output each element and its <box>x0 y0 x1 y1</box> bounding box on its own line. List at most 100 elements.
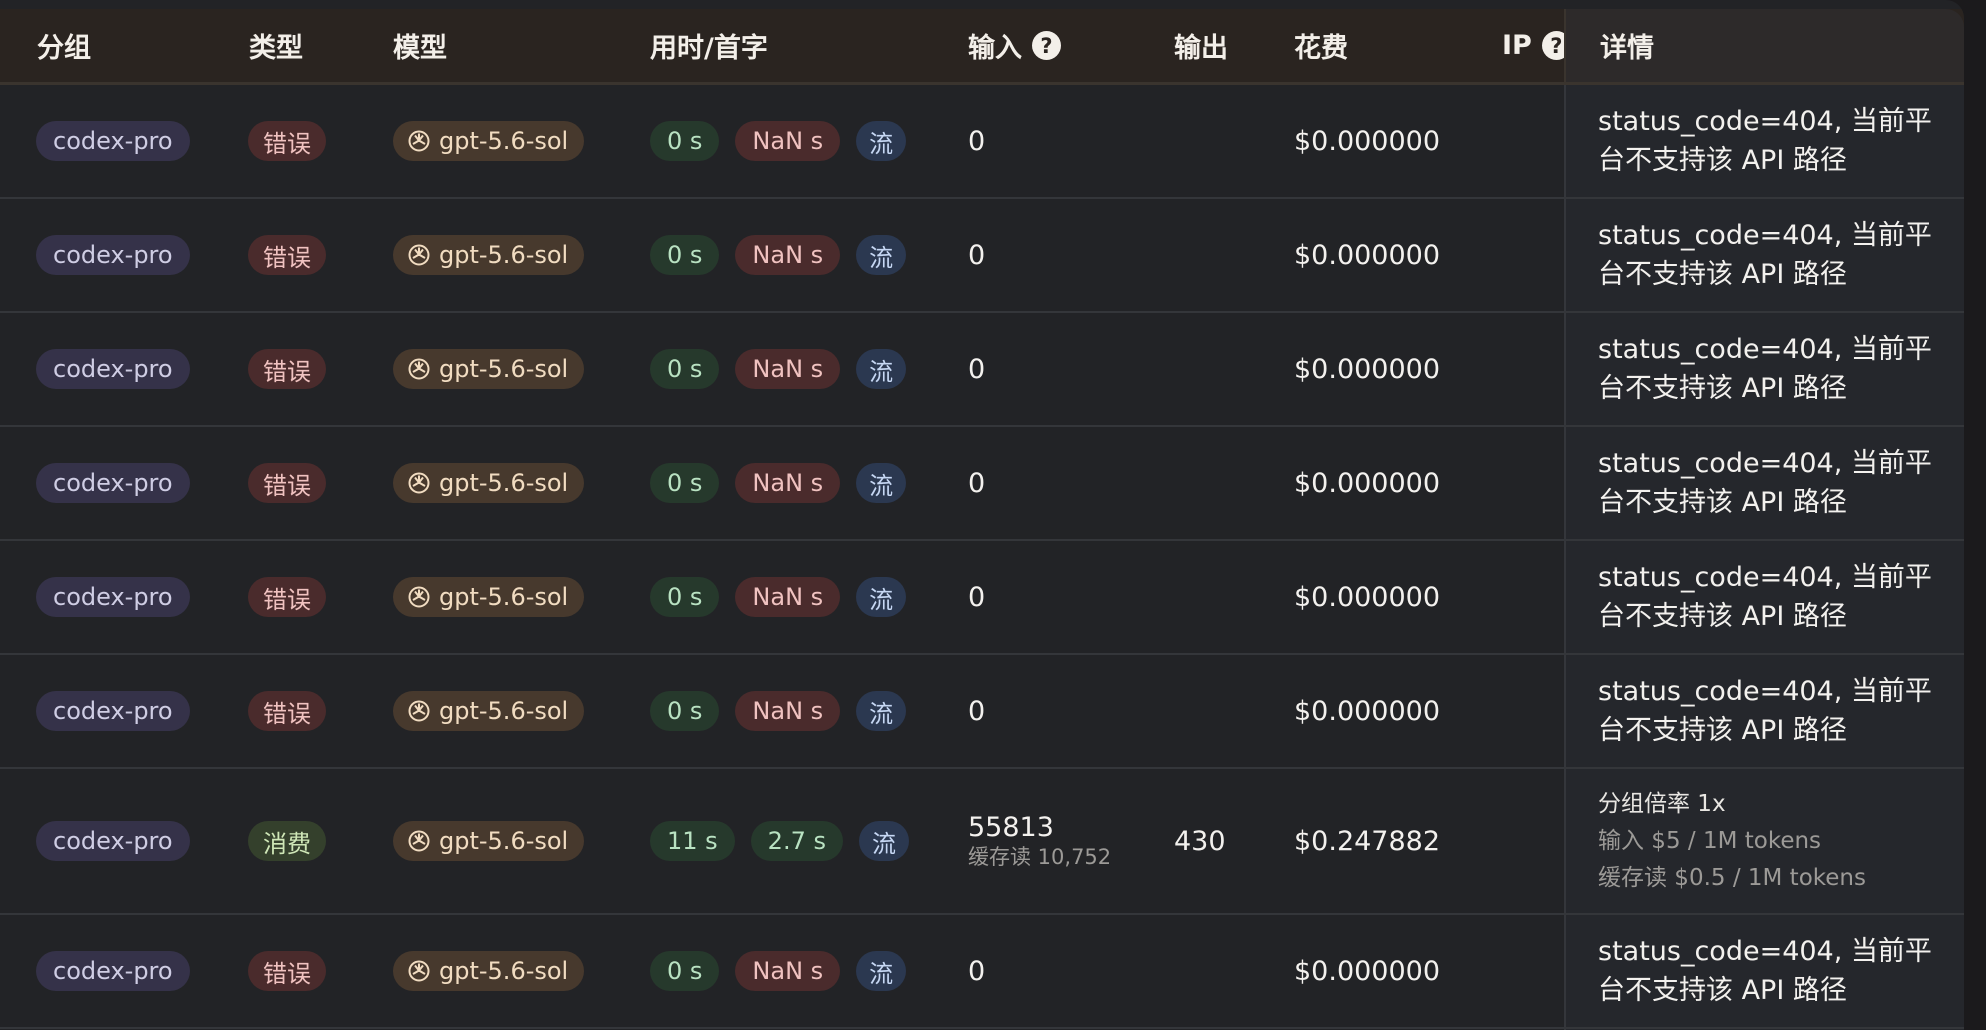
input-tokens: 0 <box>968 239 986 271</box>
table-header: 分组 类型 模型 用时/首字 输入 ? 输出 花费 IP ? 详情 <box>0 9 1964 85</box>
stream-tag: 流 <box>856 691 907 731</box>
openai-logo-icon <box>408 130 430 152</box>
duration-tag: 11 s <box>650 821 735 861</box>
cost-value: $0.000000 <box>1294 353 1441 385</box>
model-tag[interactable]: gpt-5.6-sol <box>393 951 585 991</box>
openai-logo-icon <box>408 960 430 982</box>
model-name: gpt-5.6-sol <box>439 469 569 497</box>
duration-tag: 0 s <box>650 951 720 991</box>
detail-line: status_code=404, 当前平 <box>1598 676 1932 707</box>
duration-tag: 0 s <box>650 349 720 389</box>
group-tag: codex-pro <box>36 235 190 275</box>
detail-line: status_code=404, 当前平 <box>1598 220 1932 251</box>
stream-tag: 流 <box>856 121 907 161</box>
detail-line: status_code=404, 当前平 <box>1598 562 1932 593</box>
type-tag: 错误 <box>248 463 326 503</box>
openai-logo-icon <box>408 700 430 722</box>
detail-text: status_code=404, 当前平 台不支持该 API 路径 <box>1598 199 1932 311</box>
question-circle-icon[interactable]: ? <box>1032 31 1061 60</box>
header-type: 类型 <box>249 33 303 64</box>
header-ip-label: IP <box>1502 30 1532 61</box>
stream-tag: 流 <box>856 235 907 275</box>
header-cost: 花费 <box>1294 33 1348 64</box>
model-name: gpt-5.6-sol <box>439 827 569 855</box>
first-token-tag: NaN s <box>735 463 841 503</box>
header-detail: 详情 <box>1564 9 1964 82</box>
first-token-tag: 2.7 s <box>750 821 843 861</box>
input-tokens: 0 <box>968 353 986 385</box>
header-output: 输出 <box>1174 33 1228 64</box>
input-tokens: 0 <box>968 955 986 987</box>
first-token-tag: NaN s <box>735 951 841 991</box>
cost-value: $0.000000 <box>1294 581 1441 613</box>
first-token-tag: NaN s <box>735 691 841 731</box>
openai-logo-icon <box>408 830 430 852</box>
group-tag: codex-pro <box>36 577 190 617</box>
cost-value: $0.000000 <box>1294 125 1441 157</box>
detail-line: 台不支持该 API 路径 <box>1598 373 1847 404</box>
cache-read-tokens: 缓存读 10,752 <box>968 844 1112 869</box>
model-name: gpt-5.6-sol <box>439 583 569 611</box>
openai-logo-icon <box>408 358 430 380</box>
cost-value: $0.000000 <box>1294 695 1441 727</box>
duration-tag: 0 s <box>650 577 720 617</box>
stream-tag: 流 <box>856 577 907 617</box>
detail-text: status_code=404, 当前平 台不支持该 API 路径 <box>1598 427 1932 539</box>
first-token-tag: NaN s <box>735 235 841 275</box>
cache-price: 缓存读 $0.5 / 1M tokens <box>1598 864 1866 891</box>
header-ip: IP ? <box>1502 9 1571 82</box>
duration-tag: 0 s <box>650 691 720 731</box>
table-row[interactable]: codex-pro 错误 gpt-5.6-sol 0 s NaN s 流 0 $… <box>0 313 1964 427</box>
input-tokens: 0 <box>968 695 986 727</box>
model-name: gpt-5.6-sol <box>439 355 569 383</box>
cost-value: $0.000000 <box>1294 239 1441 271</box>
cost-value: $0.000000 <box>1294 955 1441 987</box>
type-tag: 错误 <box>248 951 326 991</box>
table-row[interactable]: codex-pro 错误 gpt-5.6-sol 0 s NaN s 流 0 $… <box>0 85 1964 199</box>
openai-logo-icon <box>408 472 430 494</box>
header-time: 用时/首字 <box>650 33 768 64</box>
detail-text: status_code=404, 当前平 台不支持该 API 路径 <box>1598 541 1932 653</box>
model-tag[interactable]: gpt-5.6-sol <box>393 821 585 861</box>
model-tag[interactable]: gpt-5.6-sol <box>393 691 585 731</box>
detail-text: status_code=404, 当前平 台不支持该 API 路径 <box>1598 915 1932 1027</box>
detail-line: status_code=404, 当前平 <box>1598 448 1932 479</box>
detail-line: 台不支持该 API 路径 <box>1598 715 1847 746</box>
model-name: gpt-5.6-sol <box>439 127 569 155</box>
table-row[interactable]: codex-pro 错误 gpt-5.6-sol 0 s NaN s 流 0 $… <box>0 655 1964 769</box>
stream-tag: 流 <box>856 951 907 991</box>
input-tokens: 0 <box>968 581 986 613</box>
input-price: 输入 $5 / 1M tokens <box>1598 827 1822 854</box>
stream-tag: 流 <box>858 821 909 861</box>
type-tag: 错误 <box>248 577 326 617</box>
group-tag: codex-pro <box>36 349 190 389</box>
detail-line: 台不支持该 API 路径 <box>1598 145 1847 176</box>
model-tag[interactable]: gpt-5.6-sol <box>393 121 585 161</box>
output-tokens: 430 <box>1174 825 1226 857</box>
table-row[interactable]: codex-pro 错误 gpt-5.6-sol 0 s NaN s 流 0 $… <box>0 199 1964 313</box>
logs-table: 分组 类型 模型 用时/首字 输入 ? 输出 花费 IP ? 详情 codex-… <box>0 0 1964 1030</box>
table-row[interactable]: codex-pro 错误 gpt-5.6-sol 0 s NaN s 流 0 $… <box>0 541 1964 655</box>
header-group: 分组 <box>37 33 91 64</box>
detail-line: 台不支持该 API 路径 <box>1598 601 1847 632</box>
header-input: 输入 ? <box>968 9 1061 82</box>
table-row[interactable]: codex-pro 消费 gpt-5.6-sol 11 s 2.7 s 流 55… <box>0 769 1964 915</box>
model-tag[interactable]: gpt-5.6-sol <box>393 463 585 503</box>
model-tag[interactable]: gpt-5.6-sol <box>393 577 585 617</box>
model-tag[interactable]: gpt-5.6-sol <box>393 349 585 389</box>
table-row[interactable]: codex-pro 错误 gpt-5.6-sol 0 s NaN s 流 0 $… <box>0 427 1964 541</box>
input-tokens: 0 <box>968 125 986 157</box>
detail-text: status_code=404, 当前平 台不支持该 API 路径 <box>1598 655 1932 767</box>
model-name: gpt-5.6-sol <box>439 241 569 269</box>
first-token-tag: NaN s <box>735 349 841 389</box>
input-tokens: 0 <box>968 467 986 499</box>
group-ratio: 分组倍率 1x <box>1598 790 1726 817</box>
table-row[interactable]: codex-pro 错误 gpt-5.6-sol 0 s NaN s 流 0 $… <box>0 915 1964 1029</box>
openai-logo-icon <box>408 586 430 608</box>
model-tag[interactable]: gpt-5.6-sol <box>393 235 585 275</box>
detail-line: status_code=404, 当前平 <box>1598 334 1932 365</box>
input-tokens: 55813 <box>968 811 1054 843</box>
detail-line: 台不支持该 API 路径 <box>1598 975 1847 1006</box>
type-tag: 错误 <box>248 349 326 389</box>
model-name: gpt-5.6-sol <box>439 957 569 985</box>
